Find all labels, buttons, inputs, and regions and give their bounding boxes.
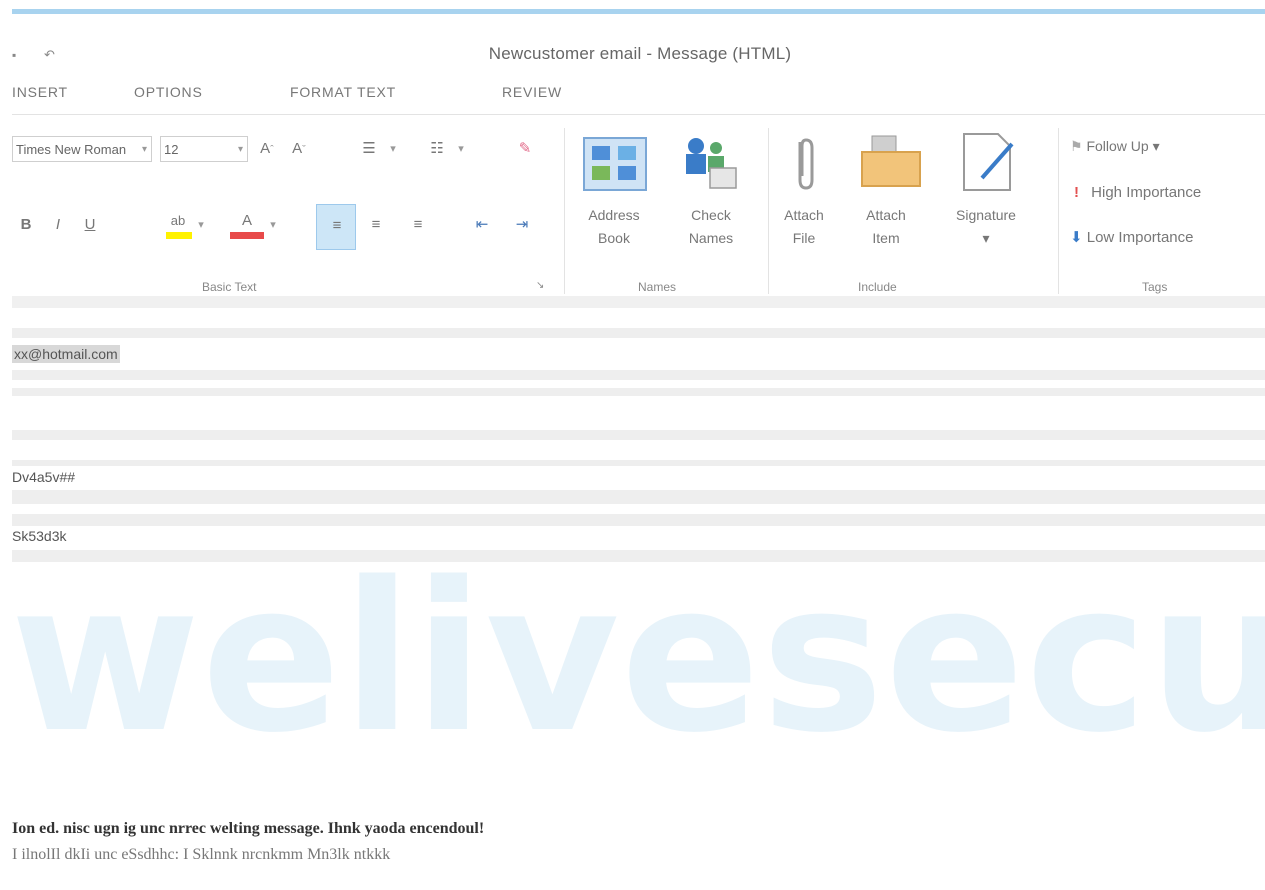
- chevron-down-icon[interactable]: ▾: [386, 138, 400, 160]
- align-left-icon: ≡: [332, 217, 342, 234]
- increase-indent-icon[interactable]: ⇥: [508, 214, 536, 236]
- italic-button[interactable]: I: [44, 214, 72, 236]
- attached-field[interactable]: Sk53d3k: [12, 526, 1265, 550]
- signature-icon[interactable]: [958, 130, 1018, 194]
- chevron-down-icon[interactable]: ▾: [454, 138, 468, 160]
- attach-file-button[interactable]: Attach File: [772, 204, 836, 250]
- chevron-down-icon[interactable]: ▾: [194, 214, 208, 236]
- decrease-indent-icon[interactable]: ⇤: [468, 214, 496, 236]
- check-names-label-1: Check: [691, 207, 731, 223]
- check-names-button[interactable]: Check Names: [666, 204, 756, 250]
- low-importance-label: Low Importance: [1086, 229, 1194, 246]
- field-band: [12, 430, 1265, 440]
- include-group-label: Include: [858, 280, 897, 294]
- title-bar: ▪ ↶ Newcustomer email - Message (HTML): [0, 14, 1265, 70]
- body-line-2: I ilnolIl dkIi unc eSsdhhc: I Sklnnk nrc…: [12, 846, 391, 863]
- to-field[interactable]: xx@hotmail.com: [12, 338, 1265, 370]
- align-right-icon[interactable]: ≡: [404, 214, 432, 236]
- chevron-down-icon[interactable]: ▾: [266, 214, 280, 236]
- field-band: [12, 388, 1265, 396]
- tab-options[interactable]: OPTIONS: [134, 84, 203, 100]
- group-separator: [564, 128, 565, 294]
- to-recipient[interactable]: xx@hotmail.com: [12, 345, 120, 363]
- attach-file-label-1: Attach: [784, 207, 824, 223]
- follow-up-button[interactable]: ⚑ Follow Up ▾: [1070, 138, 1160, 155]
- flag-icon: ⚑: [1070, 138, 1083, 154]
- font-size-value: 12: [164, 142, 179, 157]
- chevron-down-icon: ▾: [237, 144, 243, 155]
- signature-label-1: Signature: [956, 207, 1016, 223]
- field-band: [12, 490, 1265, 504]
- subject-value[interactable]: Dv4a5v##: [12, 469, 75, 485]
- check-names-label-2: Names: [688, 230, 734, 246]
- cc-field[interactable]: [12, 396, 1265, 430]
- ribbon-tabs: INSERT OPTIONS FORMAT TEXT REVIEW: [0, 78, 1265, 108]
- bold-button[interactable]: B: [12, 214, 40, 236]
- font-color-swatch: [230, 232, 264, 239]
- tab-insert[interactable]: INSERT: [12, 84, 68, 100]
- field-band: [12, 370, 1265, 380]
- group-separator: [1058, 128, 1059, 294]
- field-band: [12, 328, 1265, 338]
- font-name-value: Times New Roman: [16, 142, 127, 157]
- tab-review[interactable]: REVIEW: [502, 84, 562, 100]
- watermark-text: welivesecurity: [12, 566, 1265, 762]
- shrink-font-icon[interactable]: Aˇ: [288, 138, 310, 161]
- low-importance-icon: ⬇: [1070, 229, 1083, 246]
- dialog-launcher-icon[interactable]: ↘: [536, 280, 544, 291]
- align-center-icon[interactable]: ≡: [362, 214, 390, 236]
- high-importance-label: High Importance: [1091, 184, 1202, 201]
- spacer: [12, 504, 1265, 514]
- clear-formatting-icon[interactable]: ✎: [512, 138, 538, 160]
- field-band: [12, 514, 1265, 526]
- attach-item-icon[interactable]: [858, 134, 924, 190]
- address-book-label-2: Book: [598, 230, 630, 246]
- body-line-1: Ion ed. nisc ugn ig unc nrrec welting me…: [12, 820, 485, 837]
- high-importance-button[interactable]: ! High Importance: [1074, 184, 1201, 201]
- chevron-down-icon: ▾: [141, 144, 147, 155]
- field-band: [12, 550, 1265, 562]
- grow-font-icon[interactable]: Aˆ: [256, 138, 278, 161]
- tabs-divider: [12, 114, 1265, 115]
- follow-up-label: Follow Up ▾: [1086, 138, 1160, 154]
- signature-label-2: ▾: [982, 230, 990, 246]
- align-left-button[interactable]: ≡: [316, 204, 356, 250]
- highlight-color-swatch: [166, 232, 192, 239]
- check-names-icon[interactable]: [676, 132, 740, 192]
- paperclip-icon[interactable]: [790, 134, 820, 194]
- highlight-icon[interactable]: ab: [164, 210, 192, 232]
- basic-text-group-label: Basic Text: [202, 280, 257, 294]
- attached-value[interactable]: Sk53d3k: [12, 528, 66, 544]
- numbering-icon[interactable]: ☷: [422, 138, 452, 160]
- attach-file-label-2: File: [792, 230, 816, 246]
- names-group-label: Names: [638, 280, 677, 294]
- font-size-combo[interactable]: 12 ▾: [160, 136, 248, 162]
- window-title: Newcustomer email - Message (HTML): [488, 44, 792, 63]
- underline-button[interactable]: U: [76, 214, 104, 236]
- low-importance-button[interactable]: ⬇ Low Importance: [1070, 228, 1193, 246]
- tab-format-text[interactable]: FORMAT TEXT: [290, 84, 396, 100]
- bcc-field[interactable]: [12, 440, 1265, 460]
- ribbon: Times New Roman ▾ 12 ▾ Aˆ Aˇ ☰ ▾ ☷ ▾ ✎ B…: [12, 124, 1265, 296]
- subject-field[interactable]: Dv4a5v##: [12, 466, 1265, 490]
- address-book-icon[interactable]: [582, 136, 648, 192]
- attach-item-label-1: Attach: [866, 207, 906, 223]
- ribbon-bottom-edge: [12, 296, 1265, 308]
- signature-button[interactable]: Signature ▾: [934, 204, 1038, 250]
- address-book-button[interactable]: Address Book: [566, 204, 662, 250]
- tags-group-label: Tags: [1142, 280, 1168, 294]
- bullets-icon[interactable]: ☰: [354, 138, 384, 160]
- high-importance-icon: !: [1074, 184, 1079, 201]
- font-name-combo[interactable]: Times New Roman ▾: [12, 136, 152, 162]
- font-color-icon[interactable]: A: [232, 210, 262, 232]
- address-book-label-1: Address: [588, 207, 640, 223]
- watermark: welivesecurity: [12, 566, 1265, 762]
- spacer: [12, 380, 1265, 388]
- attach-item-label-2: Item: [872, 230, 900, 246]
- group-separator: [768, 128, 769, 294]
- attach-item-button[interactable]: Attach Item: [846, 204, 926, 250]
